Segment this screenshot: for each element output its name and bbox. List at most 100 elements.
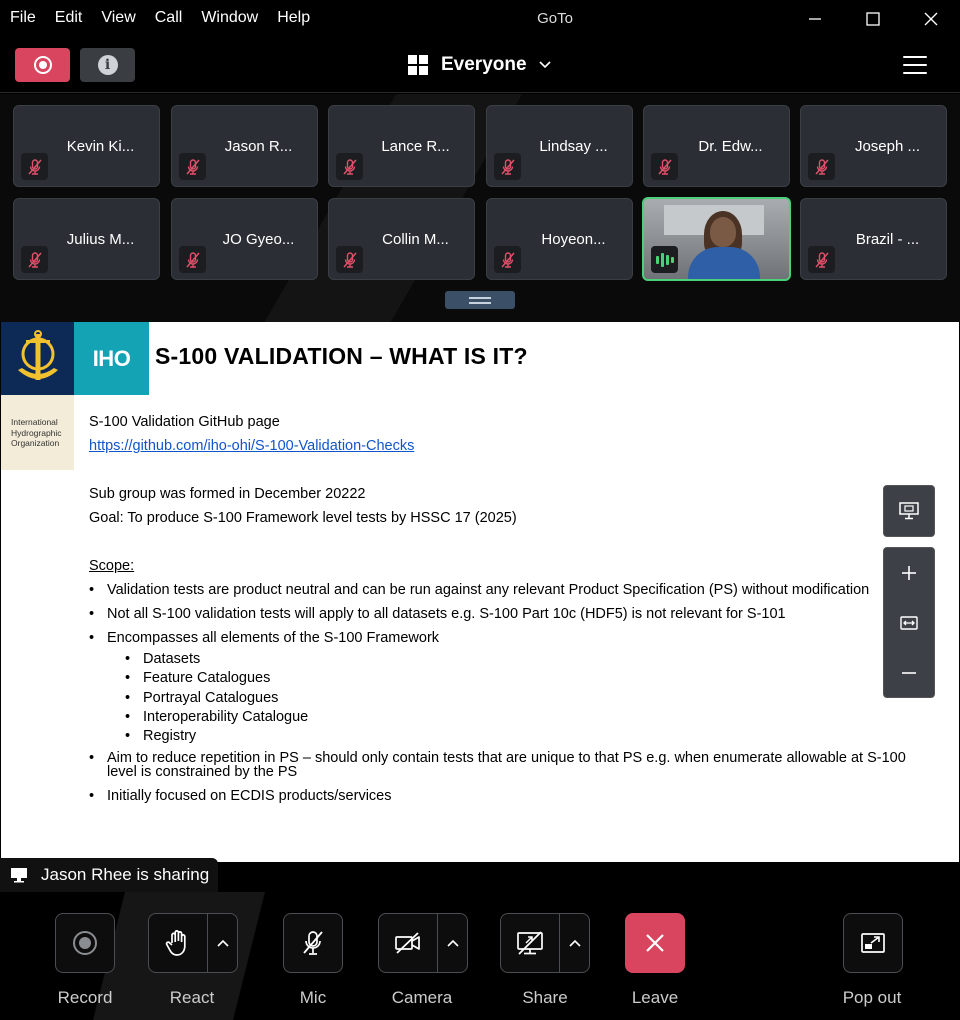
- shared-screen: IHO International Hydrographic Organizat…: [1, 322, 959, 862]
- close-button[interactable]: [916, 6, 946, 32]
- camera-label: Camera: [391, 988, 453, 1007]
- close-icon: [646, 934, 664, 952]
- participant-tile[interactable]: Kevin Ki...: [13, 105, 160, 187]
- participant-tile[interactable]: Lindsay ...: [486, 105, 633, 187]
- mic-button[interactable]: [283, 913, 343, 973]
- chevron-up-icon: [216, 939, 229, 947]
- meeting-info-button[interactable]: i: [80, 48, 135, 82]
- participant-tile[interactable]: Collin M...: [328, 198, 475, 280]
- recording-indicator-button[interactable]: [15, 48, 70, 82]
- menu-edit[interactable]: Edit: [55, 9, 83, 27]
- mic-muted-icon: [21, 246, 48, 273]
- participant-video-tile[interactable]: [642, 197, 791, 281]
- react-options-caret[interactable]: [207, 914, 237, 972]
- chevron-up-icon: [446, 939, 459, 947]
- org-line: Hydrographic: [11, 427, 62, 438]
- menu-help[interactable]: Help: [277, 9, 310, 27]
- slide-sub-bullet: Registry: [89, 727, 939, 747]
- sharing-text: Jason Rhee is sharing: [41, 865, 210, 884]
- share-button[interactable]: [500, 913, 590, 973]
- participant-tile[interactable]: Lance R...: [328, 105, 475, 187]
- fit-to-width-button[interactable]: [884, 598, 934, 648]
- slide-bullet: Encompasses all elements of the S-100 Fr…: [89, 626, 939, 650]
- org-line: Organization: [11, 438, 60, 448]
- participant-tile[interactable]: Julius M...: [13, 198, 160, 280]
- chevron-down-icon: [538, 61, 551, 69]
- menu-file[interactable]: File: [10, 9, 36, 27]
- app-title-text: GoTo: [537, 10, 573, 27]
- mic-muted-icon: [494, 246, 521, 273]
- minimize-button[interactable]: [800, 6, 830, 32]
- presenter-view-button[interactable]: [883, 485, 935, 537]
- record-label: Record: [57, 988, 113, 1007]
- monitor-icon: [11, 868, 27, 883]
- maximize-icon: [866, 12, 880, 26]
- menu-call[interactable]: Call: [155, 9, 183, 27]
- slide-sub-bullet: Feature Catalogues: [89, 669, 939, 689]
- participant-name: Lindsay ...: [539, 138, 608, 155]
- mic-muted-icon: [808, 153, 835, 180]
- mic-muted-icon: [21, 153, 48, 180]
- share-label: Share: [522, 988, 568, 1007]
- slide-bullet: Initially focused on ECDIS products/serv…: [89, 784, 939, 808]
- participant-tile[interactable]: Jason R...: [171, 105, 318, 187]
- minimize-icon: [809, 18, 821, 20]
- participant-tile[interactable]: Brazil - ...: [800, 198, 947, 280]
- participant-name: Collin M...: [382, 231, 449, 248]
- github-link[interactable]: https://github.com/iho-ohi/S-100-Validat…: [89, 438, 414, 454]
- participant-tile[interactable]: Hoyeon...: [486, 198, 633, 280]
- minus-icon: [902, 672, 916, 674]
- title-bar: File Edit View Call Window Help GoTo: [0, 0, 960, 38]
- maximize-button[interactable]: [858, 6, 888, 32]
- plus-icon: [902, 566, 916, 580]
- strip-resize-handle[interactable]: [445, 291, 515, 309]
- mic-muted-icon: [336, 246, 363, 273]
- menu-view[interactable]: View: [101, 9, 135, 27]
- slide-sub-bullet: Interoperability Catalogue: [89, 708, 939, 728]
- participant-name: Hoyeon...: [541, 231, 606, 248]
- leave-label: Leave: [631, 988, 679, 1007]
- mic-muted-icon: [303, 931, 323, 955]
- participant-name: Brazil - ...: [855, 231, 920, 248]
- mic-muted-icon: [179, 153, 206, 180]
- slide-text: Goal: To produce S-100 Framework level t…: [89, 510, 517, 526]
- camera-button[interactable]: [378, 913, 468, 973]
- participant-name: Jason R...: [224, 138, 293, 155]
- participant-tile[interactable]: Joseph ...: [800, 105, 947, 187]
- share-options-caret[interactable]: [559, 914, 589, 972]
- raise-hand-icon: [165, 930, 186, 956]
- view-selector[interactable]: Everyone: [408, 54, 551, 76]
- slide-text: S-100 Validation GitHub page: [89, 414, 280, 430]
- participant-strip: Kevin Ki... Jason R... Lance R... Lindsa…: [0, 94, 960, 322]
- react-button[interactable]: [148, 913, 238, 973]
- slide-title: S-100 VALIDATION – WHAT IS IT?: [155, 343, 528, 369]
- pop-out-button[interactable]: [843, 913, 903, 973]
- pop-out-icon: [861, 933, 885, 953]
- zoom-in-button[interactable]: [884, 548, 934, 598]
- menu-window[interactable]: Window: [201, 9, 258, 27]
- camera-options-caret[interactable]: [437, 914, 467, 972]
- meeting-toolbar: i Everyone: [0, 38, 960, 93]
- mic-muted-icon: [336, 153, 363, 180]
- mic-muted-icon: [808, 246, 835, 273]
- sharing-indicator: Jason Rhee is sharing: [0, 858, 218, 892]
- record-button[interactable]: [55, 913, 115, 973]
- fit-width-icon: [900, 616, 918, 630]
- mic-muted-icon: [651, 153, 678, 180]
- iho-text-logo: IHO: [74, 322, 149, 395]
- slide-body: S-100 Validation GitHub page https://git…: [89, 410, 939, 808]
- zoom-out-button[interactable]: [884, 648, 934, 698]
- participant-name: Joseph ...: [854, 138, 921, 155]
- participant-name: Dr. Edw...: [698, 138, 763, 155]
- participant-name: Lance R...: [381, 138, 450, 155]
- speaking-indicator-icon: [651, 246, 678, 273]
- menu-hamburger-button[interactable]: [903, 56, 927, 74]
- camera-off-icon: [395, 932, 420, 954]
- organization-label: International Hydrographic Organization: [1, 395, 74, 470]
- leave-button[interactable]: [625, 913, 685, 973]
- participant-tile[interactable]: Dr. Edw...: [643, 105, 790, 187]
- participant-tile[interactable]: JO Gyeo...: [171, 198, 318, 280]
- slide-bullet: Validation tests are product neutral and…: [89, 578, 939, 602]
- call-controls-bar: Record React Mic Camera Share Leave Pop …: [0, 892, 960, 1020]
- mic-muted-icon: [494, 153, 521, 180]
